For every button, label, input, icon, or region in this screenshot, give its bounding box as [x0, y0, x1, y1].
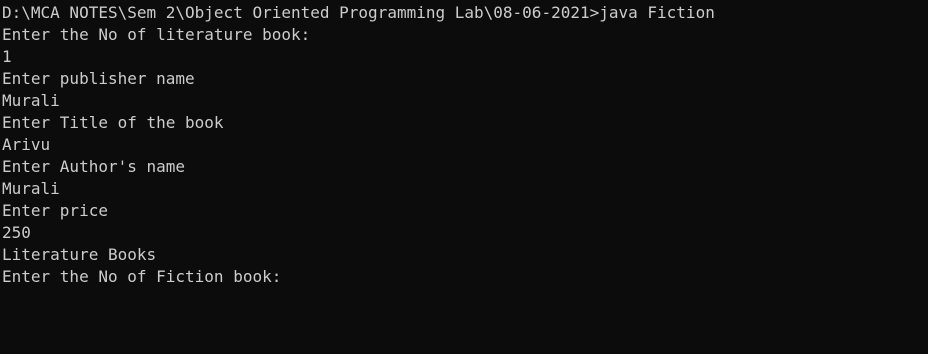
scrollbar[interactable] — [922, 0, 928, 354]
console-window[interactable]: D:\MCA NOTES\Sem 2\Object Oriented Progr… — [0, 0, 928, 354]
fiction-count-prompt: Enter the No of Fiction book: — [2, 267, 282, 286]
author-prompt: Enter Author's name — [2, 157, 186, 176]
command-prompt-line: D:\MCA NOTES\Sem 2\Object Oriented Progr… — [2, 3, 715, 22]
title-prompt: Enter Title of the book — [2, 113, 224, 132]
literature-count-prompt: Enter the No of literature book: — [2, 25, 311, 44]
publisher-input: Murali — [2, 91, 60, 110]
title-input: Arivu — [2, 135, 51, 154]
literature-books-heading: Literature Books — [2, 245, 157, 264]
literature-count-input: 1 — [2, 47, 12, 66]
author-input: Murali — [2, 179, 60, 198]
price-input: 250 — [2, 223, 31, 242]
price-prompt: Enter price — [2, 201, 108, 220]
publisher-prompt: Enter publisher name — [2, 69, 195, 88]
